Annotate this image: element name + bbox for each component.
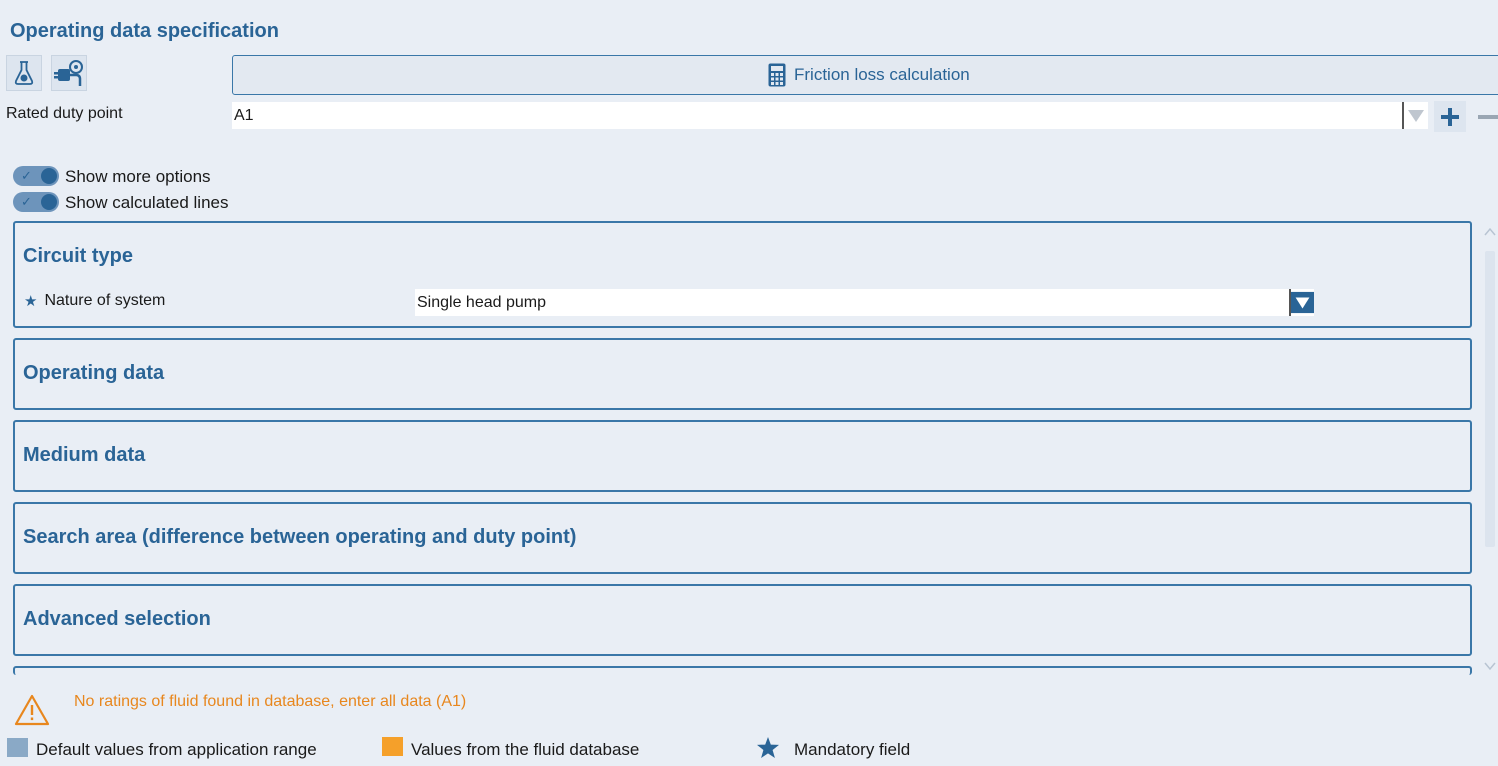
operating-data-title: Operating data	[23, 362, 165, 384]
rated-duty-point-dropdown[interactable]	[1402, 102, 1428, 129]
rated-duty-point-label: Rated duty point	[6, 105, 123, 122]
medium-data-title: Medium data	[23, 444, 146, 466]
advanced-selection-panel[interactable]: Advanced selection	[13, 584, 1472, 656]
page-title: Operating data specification	[10, 20, 279, 42]
nature-of-system-select[interactable]: Single head pump	[415, 289, 1290, 316]
plug-settings-icon	[54, 60, 83, 86]
rated-duty-point-select[interactable]: A1	[232, 102, 1402, 129]
default-values-legend: Default values from application range	[36, 740, 317, 759]
friction-loss-label: Friction loss calculation	[794, 65, 970, 84]
nature-of-system-label: ★ Nature of system	[24, 292, 165, 310]
scrollbar-thumb[interactable]	[1485, 251, 1495, 547]
fluid-button[interactable]	[6, 55, 42, 91]
search-area-panel[interactable]: Search area (difference between operatin…	[13, 502, 1472, 574]
operating-data-panel[interactable]: Operating data	[13, 338, 1472, 410]
nature-of-system-text: Nature of system	[44, 292, 166, 309]
star-icon	[756, 736, 780, 765]
check-icon: ✓	[21, 194, 32, 209]
circuit-type-title[interactable]: Circuit type	[23, 245, 133, 268]
show-calculated-lines-label: Show calculated lines	[65, 193, 229, 212]
default-values-swatch	[7, 738, 28, 757]
show-more-options-toggle[interactable]: ✓	[13, 166, 59, 186]
warning-triangle-icon	[14, 694, 50, 731]
mandatory-field-legend: Mandatory field	[794, 740, 911, 759]
show-calculated-lines-toggle[interactable]: ✓	[13, 192, 59, 212]
vertical-scrollbar[interactable]	[1482, 225, 1498, 673]
warning-message: No ratings of fluid found in database, e…	[74, 693, 467, 710]
fluid-database-legend: Values from the fluid database	[411, 740, 640, 759]
calculator-icon	[768, 63, 786, 87]
add-duty-point-button[interactable]	[1434, 101, 1466, 132]
chevron-down-icon	[1408, 109, 1424, 122]
search-area-title: Search area (difference between operatin…	[23, 526, 577, 548]
star-icon: ★	[24, 293, 38, 310]
show-more-options-label: Show more options	[65, 167, 211, 186]
friction-loss-button[interactable]: Friction loss calculation	[232, 55, 1498, 95]
fluid-database-swatch	[382, 737, 403, 756]
advanced-selection-title: Advanced selection	[23, 608, 211, 630]
scroll-down-icon	[1484, 662, 1496, 671]
medium-data-panel[interactable]: Medium data	[13, 420, 1472, 492]
scroll-up-icon	[1484, 227, 1496, 236]
minus-icon	[1478, 114, 1498, 119]
check-icon: ✓	[21, 168, 32, 183]
plus-icon	[1441, 107, 1459, 126]
remove-duty-point-button[interactable]	[1474, 101, 1498, 132]
plug-settings-button[interactable]	[51, 55, 87, 91]
flask-icon	[14, 61, 34, 85]
next-panel-edge	[13, 666, 1472, 675]
nature-of-system-dropdown[interactable]	[1289, 289, 1314, 316]
chevron-down-icon	[1291, 291, 1314, 314]
